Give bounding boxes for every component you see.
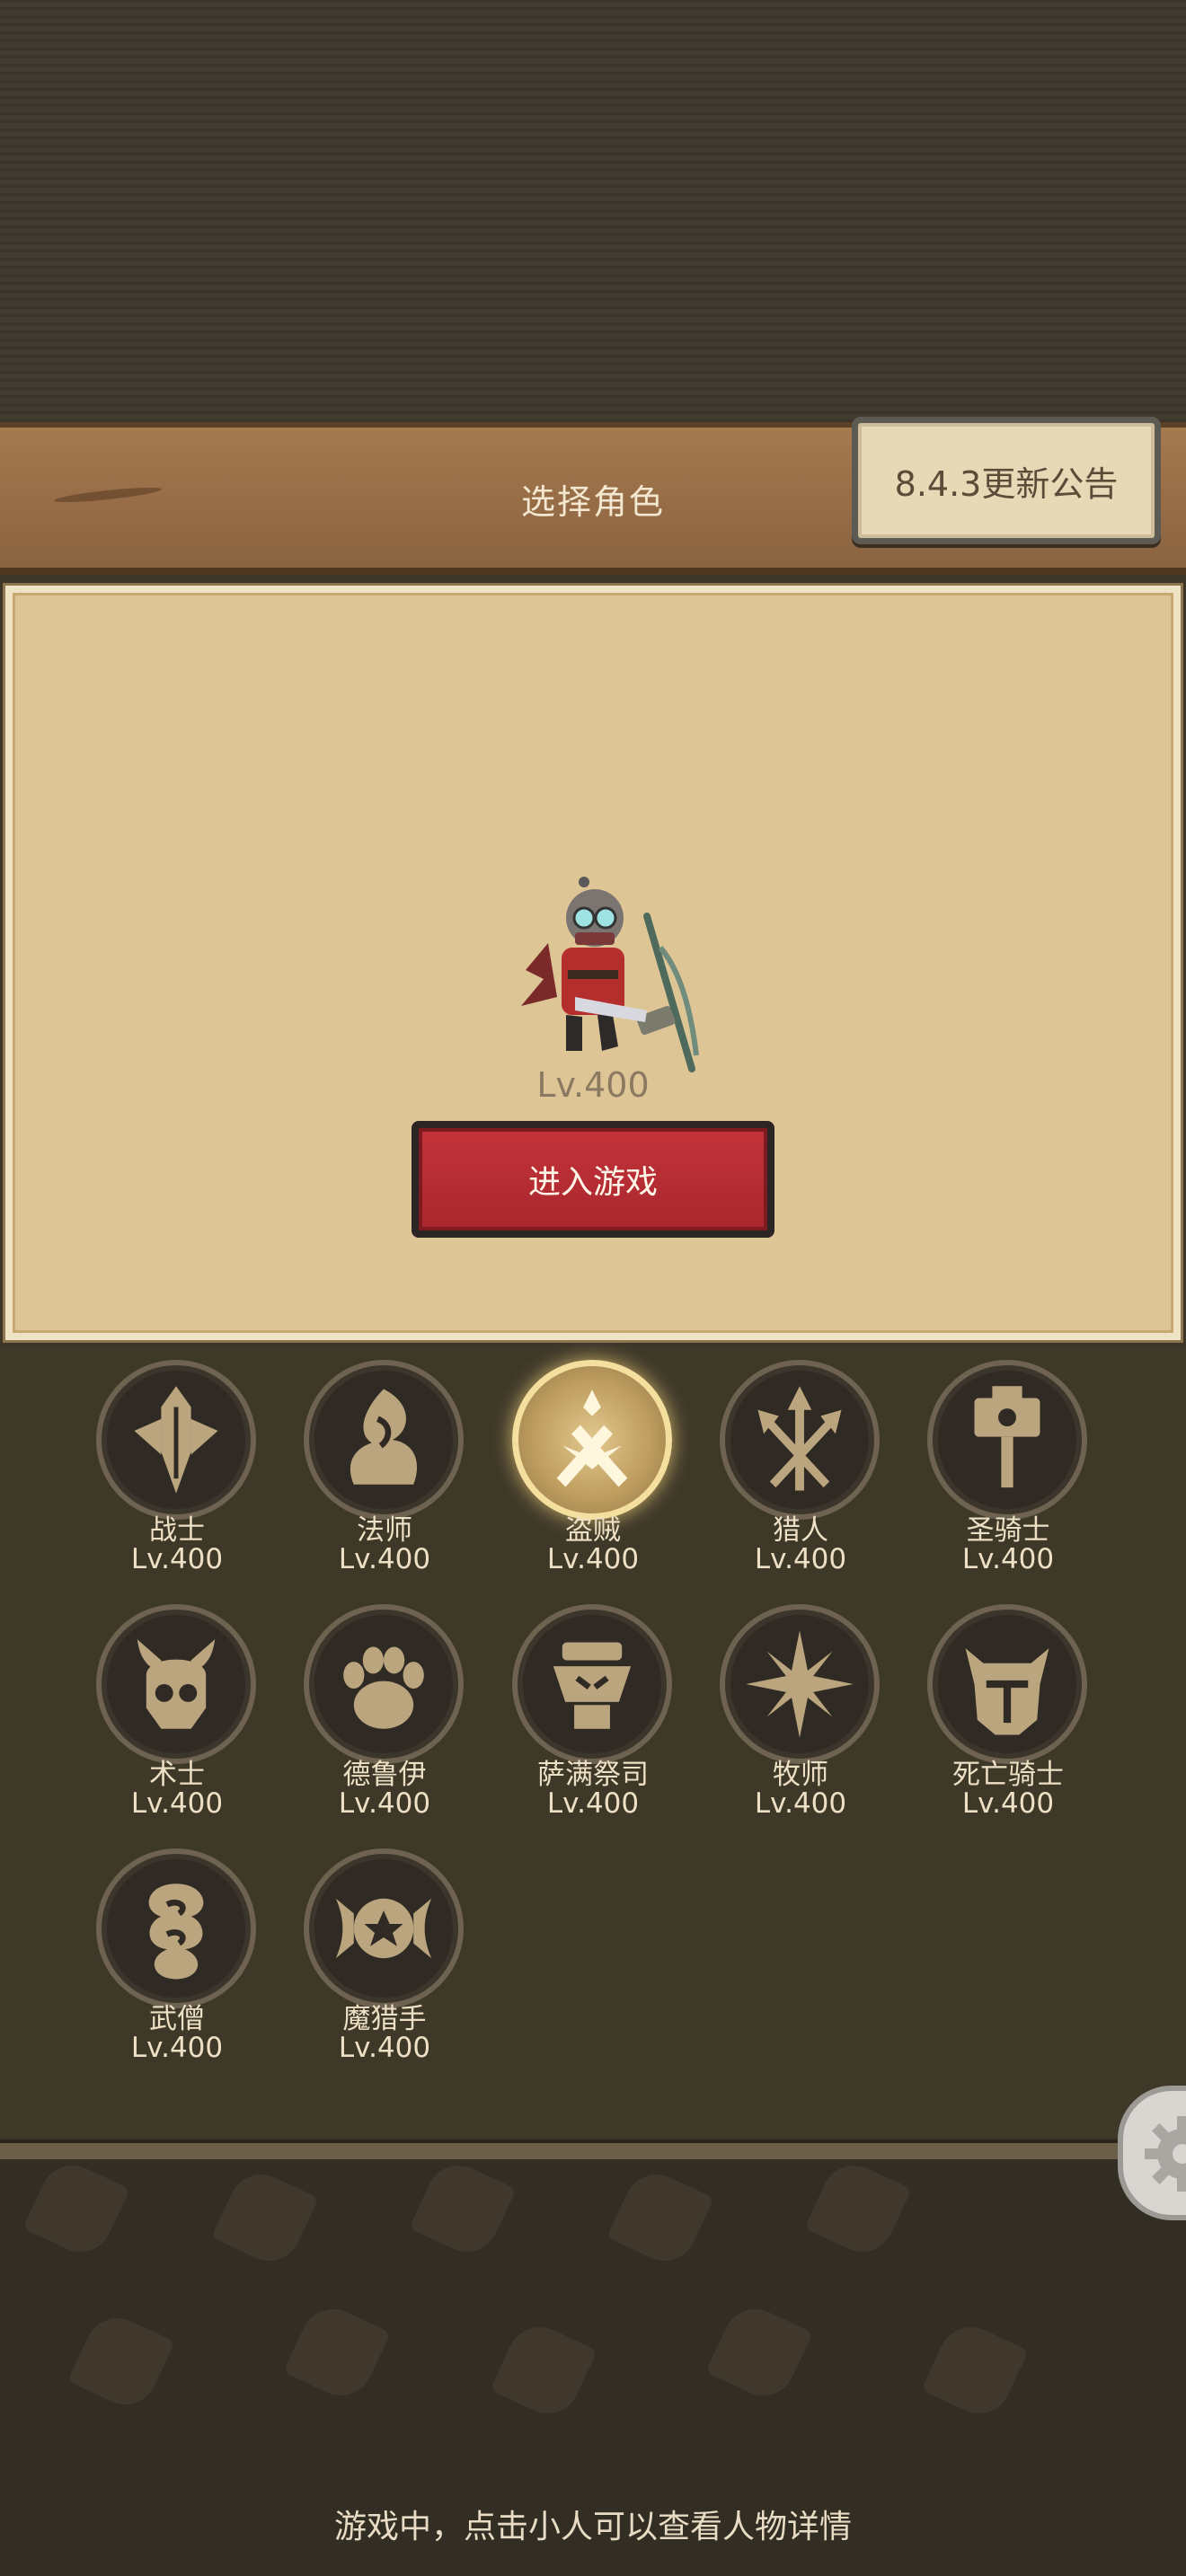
decor-shape <box>705 2298 813 2406</box>
helmet-icon <box>927 1604 1087 1764</box>
top-empty-area <box>0 0 1186 422</box>
decor-shape <box>22 2159 130 2263</box>
decor-shape <box>283 2298 391 2406</box>
class-name: 牧师 <box>773 1759 828 1791</box>
class-name: 死亡骑士 <box>952 1759 1064 1791</box>
class-monk[interactable]: 武僧 Lv.400 <box>74 1836 280 2078</box>
class-level: Lv.400 <box>546 1543 640 1575</box>
class-level: Lv.400 <box>754 1787 847 1820</box>
class-level: Lv.400 <box>546 1787 640 1820</box>
class-name: 萨满祭司 <box>537 1759 649 1791</box>
decor-shape <box>804 2159 912 2263</box>
class-name: 盗贼 <box>565 1514 621 1547</box>
class-level: Lv.400 <box>961 1787 1055 1820</box>
character-level: Lv.400 <box>536 1065 650 1105</box>
star-burst-icon <box>720 1604 880 1764</box>
demon-star-icon <box>304 1848 464 2008</box>
gear-icon <box>1145 2116 1186 2192</box>
horned-skull-icon <box>96 1604 256 1764</box>
sword-diamond-icon <box>96 1360 256 1520</box>
class-level: Lv.400 <box>338 1543 431 1575</box>
class-name: 武僧 <box>149 2003 205 2035</box>
footer-tip: 游戏中，点击小人可以查看人物详情 <box>333 2509 852 2545</box>
class-level: Lv.400 <box>130 2032 224 2064</box>
crossed-arrows-icon <box>720 1360 880 1520</box>
class-warrior[interactable]: 战士 Lv.400 <box>74 1347 280 1590</box>
class-hunter[interactable]: 猎人 Lv.400 <box>697 1347 904 1590</box>
class-warlock[interactable]: 术士 Lv.400 <box>74 1592 280 1834</box>
class-level: Lv.400 <box>961 1543 1055 1575</box>
decor-shape <box>409 2159 517 2263</box>
class-druid[interactable]: 德鲁伊 Lv.400 <box>281 1592 488 1834</box>
class-selection-grid: 战士 Lv.400 法师 Lv.400 盗贼 Lv.400 猎人 Lv.400 … <box>0 1347 1186 2138</box>
class-name: 魔猎手 <box>342 2003 427 2035</box>
hammer-icon <box>927 1360 1087 1520</box>
class-level: Lv.400 <box>130 1787 224 1820</box>
class-mage[interactable]: 法师 Lv.400 <box>281 1347 488 1590</box>
class-paladin[interactable]: 圣骑士 Lv.400 <box>905 1347 1111 1590</box>
flame-dragon-icon <box>304 1360 464 1520</box>
class-rogue[interactable]: 盗贼 Lv.400 <box>490 1347 696 1590</box>
class-priest[interactable]: 牧师 Lv.400 <box>697 1592 904 1834</box>
class-level: Lv.400 <box>338 1787 431 1820</box>
class-name: 猎人 <box>773 1514 828 1547</box>
class-level: Lv.400 <box>130 1543 224 1575</box>
update-notice-button[interactable]: 8.4.3更新公告 <box>852 417 1161 544</box>
decor-shape <box>921 2316 1029 2424</box>
class-level: Lv.400 <box>338 2032 431 2064</box>
decor-shape <box>211 2164 319 2272</box>
class-name: 战士 <box>149 1514 205 1547</box>
class-name: 圣骑士 <box>966 1514 1050 1547</box>
character-sprite[interactable] <box>512 862 710 1087</box>
paw-icon <box>304 1604 464 1764</box>
class-level: Lv.400 <box>754 1543 847 1575</box>
decor-shape <box>490 2316 597 2424</box>
enter-game-button[interactable]: 进入游戏 <box>412 1121 774 1238</box>
class-name: 法师 <box>357 1514 412 1547</box>
class-demon-hunter[interactable]: 魔猎手 Lv.400 <box>281 1836 488 2078</box>
swirl-icon <box>96 1848 256 2008</box>
crossed-daggers-icon <box>512 1360 672 1520</box>
decor-shape <box>606 2164 714 2272</box>
class-shaman[interactable]: 萨满祭司 Lv.400 <box>490 1592 696 1834</box>
decor-shape <box>67 2307 175 2415</box>
class-name: 德鲁伊 <box>342 1759 427 1791</box>
class-death-knight[interactable]: 死亡骑士 Lv.400 <box>905 1592 1111 1834</box>
totem-icon <box>512 1604 672 1764</box>
class-name: 术士 <box>149 1759 205 1791</box>
